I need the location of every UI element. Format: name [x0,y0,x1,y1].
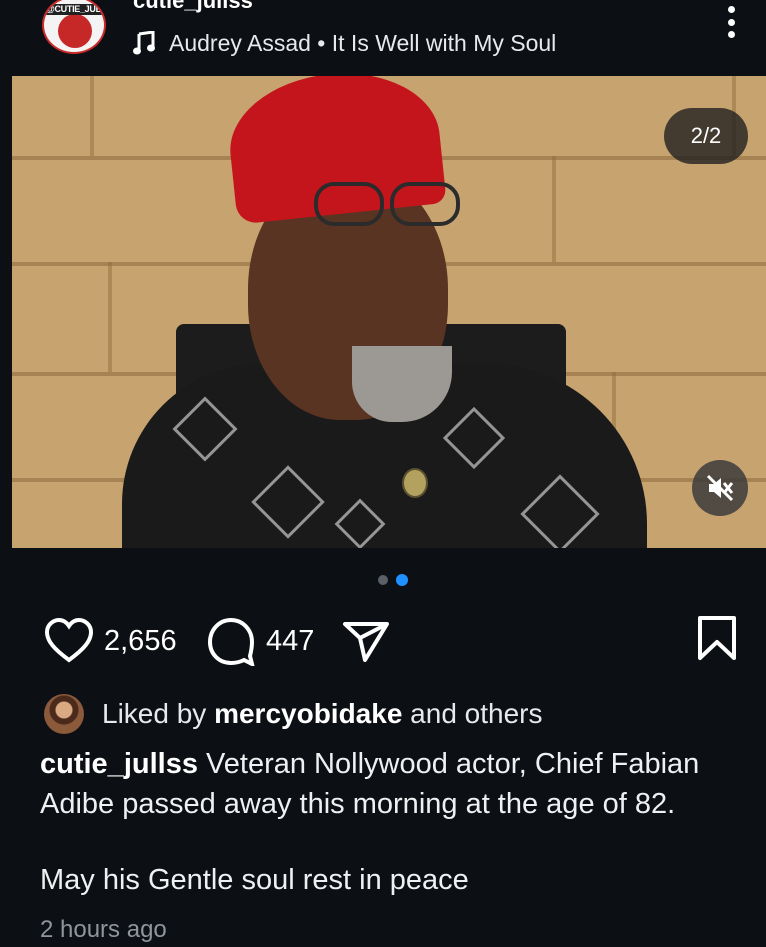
bookmark-button[interactable] [696,614,738,667]
comment-count: 447 [266,624,315,657]
share-icon [343,622,389,662]
avatar-graphic [58,14,92,48]
mute-button[interactable] [692,460,748,516]
caption-username[interactable]: cutie_jullss [40,748,198,780]
caption-extra-line: May his Gentle soul rest in peace [40,864,469,896]
music-info[interactable]: Audrey Assad • It Is Well with My Soul [133,28,556,58]
carousel-dot [378,575,388,585]
avatar-label: @CUTIE_JULLS [46,4,106,15]
carousel-indicator [378,574,408,586]
glasses-right [390,182,460,226]
user-avatar[interactable]: @CUTIE_JULLS [42,0,106,54]
like-count: 2,656 [104,624,177,657]
liked-by-suffix: and others [402,698,543,729]
mute-icon [706,474,734,502]
post-username[interactable]: cutie_jullss [133,0,253,14]
liked-by-row[interactable]: Liked by mercyobidake and others [44,692,543,736]
bookmark-icon [698,616,736,660]
like-button[interactable]: 2,656 [44,612,177,670]
image-counter-text: 2/2 [690,123,722,148]
shirt-button [402,468,428,498]
share-button[interactable] [342,612,390,670]
post-image[interactable]: 2/2 [12,76,766,548]
action-bar: 2,656 447 [0,612,766,672]
music-track-label: Audrey Assad • It Is Well with My Soul [169,29,557,56]
heart-icon [44,618,94,663]
image-counter-badge: 2/2 [664,108,748,164]
music-note-icon [133,31,155,55]
post-timestamp: 2 hours ago [40,916,167,943]
post-caption: cutie_jullss Veteran Nollywood actor, Ch… [40,744,730,824]
liked-by-user[interactable]: mercyobidake [214,698,402,730]
glasses-left [314,182,384,226]
more-icon[interactable] [716,2,746,42]
liker-avatar[interactable] [44,694,84,734]
carousel-dot-active [396,574,408,586]
post-header: @CUTIE_JULLS cutie_jullss Audrey Assad •… [0,0,766,70]
liked-by-prefix: Liked by [102,698,215,729]
comment-button[interactable]: 447 [206,612,314,670]
comment-icon [207,617,255,666]
